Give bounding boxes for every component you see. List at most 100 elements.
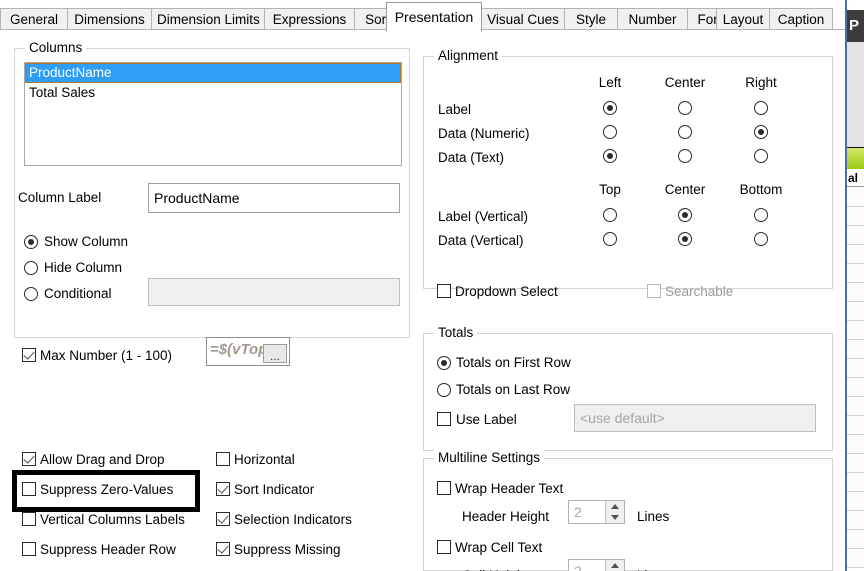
alignment-group-title: Alignment	[434, 48, 503, 63]
expression-editor-button[interactable]: ...	[263, 344, 287, 363]
spin-down-icon[interactable]	[606, 512, 624, 523]
tab-visual-cues[interactable]: Visual Cues	[481, 8, 565, 30]
background-grid-row	[847, 359, 864, 378]
column-label-input[interactable]: ProductName	[148, 183, 400, 213]
screen-root: P al General Dimensions Dimension Limits	[0, 0, 864, 571]
valignment-header-bottom: Bottom	[739, 182, 783, 197]
cell-height-spin-buttons[interactable]	[605, 560, 624, 571]
columns-group-title: Columns	[25, 40, 87, 55]
background-application: P al	[845, 0, 864, 571]
checkbox-suppress-header-row[interactable]	[22, 542, 36, 556]
label-header-height-unit: Lines	[637, 509, 670, 524]
conditional-expression-input[interactable]	[148, 278, 400, 306]
tab-caption[interactable]: Caption	[769, 8, 833, 30]
radio-label-align-center[interactable]	[678, 101, 692, 115]
radio-conditional[interactable]	[24, 287, 38, 301]
label-sort-indicator: Sort Indicator	[234, 482, 315, 497]
spin-up-icon[interactable]	[606, 560, 624, 571]
background-grid-row	[847, 492, 864, 511]
alignment-header-center: Center	[664, 75, 706, 90]
radio-data-text-align-center[interactable]	[678, 149, 692, 163]
tab-number[interactable]: Number	[617, 8, 688, 30]
checkbox-max-number[interactable]	[22, 348, 36, 362]
checkbox-allow-drag-and-drop[interactable]	[22, 452, 36, 466]
label-dropdown-select: Dropdown Select	[455, 284, 558, 299]
radio-data-valign-top[interactable]	[603, 232, 617, 246]
tab-general[interactable]: General	[0, 8, 68, 30]
radio-hide-column[interactable]	[24, 261, 38, 275]
valignment-row-label-label-vertical: Label (Vertical)	[438, 209, 529, 224]
radio-totals-last-row[interactable]	[437, 383, 451, 397]
properties-tabstrip: General Dimensions Dimension Limits Expr…	[0, 0, 845, 32]
cell-height-value[interactable]: 2	[569, 560, 605, 571]
tab-expressions[interactable]: Expressions	[264, 8, 355, 30]
radio-label-align-left[interactable]	[603, 101, 617, 115]
background-grid-row	[847, 378, 864, 397]
checkbox-horizontal[interactable]	[216, 452, 230, 466]
tab-presentation[interactable]: Presentation	[386, 2, 482, 32]
cell-height-stepper[interactable]: 2	[568, 559, 625, 571]
background-grid-row	[847, 511, 864, 530]
columns-listbox[interactable]: ProductName Total Sales	[24, 62, 402, 166]
background-grid-row	[847, 207, 864, 226]
label-header-height: Header Height	[462, 509, 550, 524]
checkbox-suppress-zero-values[interactable]	[22, 482, 36, 496]
label-show-column: Show Column	[44, 234, 129, 249]
valignment-header-top: Top	[599, 182, 621, 197]
checkbox-selection-indicators[interactable]	[216, 512, 230, 526]
radio-label-valign-top[interactable]	[603, 208, 617, 222]
background-grid-row	[847, 188, 864, 207]
columns-list-item-productname[interactable]: ProductName	[25, 63, 401, 83]
columns-list-item-total-sales[interactable]: Total Sales	[25, 83, 401, 102]
multiline-group-title: Multiline Settings	[434, 450, 545, 465]
background-grid-row	[847, 226, 864, 245]
background-grid-row	[847, 473, 864, 492]
tab-layout[interactable]: Layout	[716, 8, 770, 30]
radio-data-numeric-align-right[interactable]	[754, 125, 768, 139]
radio-data-valign-center[interactable]	[678, 232, 692, 246]
radio-show-column[interactable]	[24, 235, 38, 249]
background-grid-row	[847, 397, 864, 416]
alignment-header-right: Right	[745, 75, 777, 90]
radio-data-numeric-align-left[interactable]	[603, 125, 617, 139]
checkbox-use-label[interactable]	[437, 412, 451, 426]
tab-dimension-limits[interactable]: Dimension Limits	[151, 8, 265, 30]
checkbox-dropdown-select[interactable]	[437, 284, 451, 298]
spin-up-icon[interactable]	[606, 501, 624, 512]
checkbox-suppress-missing[interactable]	[216, 542, 230, 556]
checkbox-wrap-cell-text[interactable]	[437, 540, 451, 554]
label-allow-drag-and-drop: Allow Drag and Drop	[40, 452, 165, 467]
radio-label-valign-bottom[interactable]	[754, 208, 768, 222]
background-grid-row	[847, 549, 864, 568]
totals-group-title: Totals	[434, 325, 478, 340]
radio-data-text-align-right[interactable]	[754, 149, 768, 163]
header-height-value[interactable]: 2	[569, 501, 605, 523]
background-grid-row	[847, 283, 864, 302]
checkbox-sort-indicator[interactable]	[216, 482, 230, 496]
radio-data-text-align-left[interactable]	[603, 149, 617, 163]
radio-data-valign-bottom[interactable]	[754, 232, 768, 246]
max-number-expression-field[interactable]: =$(vTopN ...	[206, 337, 290, 366]
column-label-caption: Column Label	[18, 190, 102, 205]
checkbox-wrap-header-text[interactable]	[437, 481, 451, 495]
alignment-row-label-data-numeric: Data (Numeric)	[438, 126, 530, 141]
totals-label-input[interactable]: <use default>	[574, 404, 816, 432]
alignment-row-label-label: Label	[438, 102, 472, 117]
checkbox-vertical-columns-labels[interactable]	[22, 512, 36, 526]
tab-style[interactable]: Style	[564, 8, 618, 30]
valignment-row-label-data-vertical: Data (Vertical)	[438, 233, 524, 248]
background-grid-row	[847, 454, 864, 473]
label-hide-column: Hide Column	[44, 260, 123, 275]
radio-data-numeric-align-center[interactable]	[678, 125, 692, 139]
radio-label-valign-center[interactable]	[678, 208, 692, 222]
presentation-pane: Columns ProductName Total Sales Column L…	[0, 30, 845, 571]
alignment-header-left: Left	[598, 75, 622, 90]
background-grid-row	[847, 245, 864, 264]
tab-dimensions[interactable]: Dimensions	[67, 8, 152, 30]
label-suppress-missing: Suppress Missing	[234, 542, 341, 557]
header-height-spin-buttons[interactable]	[605, 501, 624, 523]
radio-totals-first-row[interactable]	[437, 356, 451, 370]
header-height-stepper[interactable]: 2	[568, 500, 625, 524]
radio-label-align-right[interactable]	[754, 101, 768, 115]
background-grid-row	[847, 530, 864, 549]
